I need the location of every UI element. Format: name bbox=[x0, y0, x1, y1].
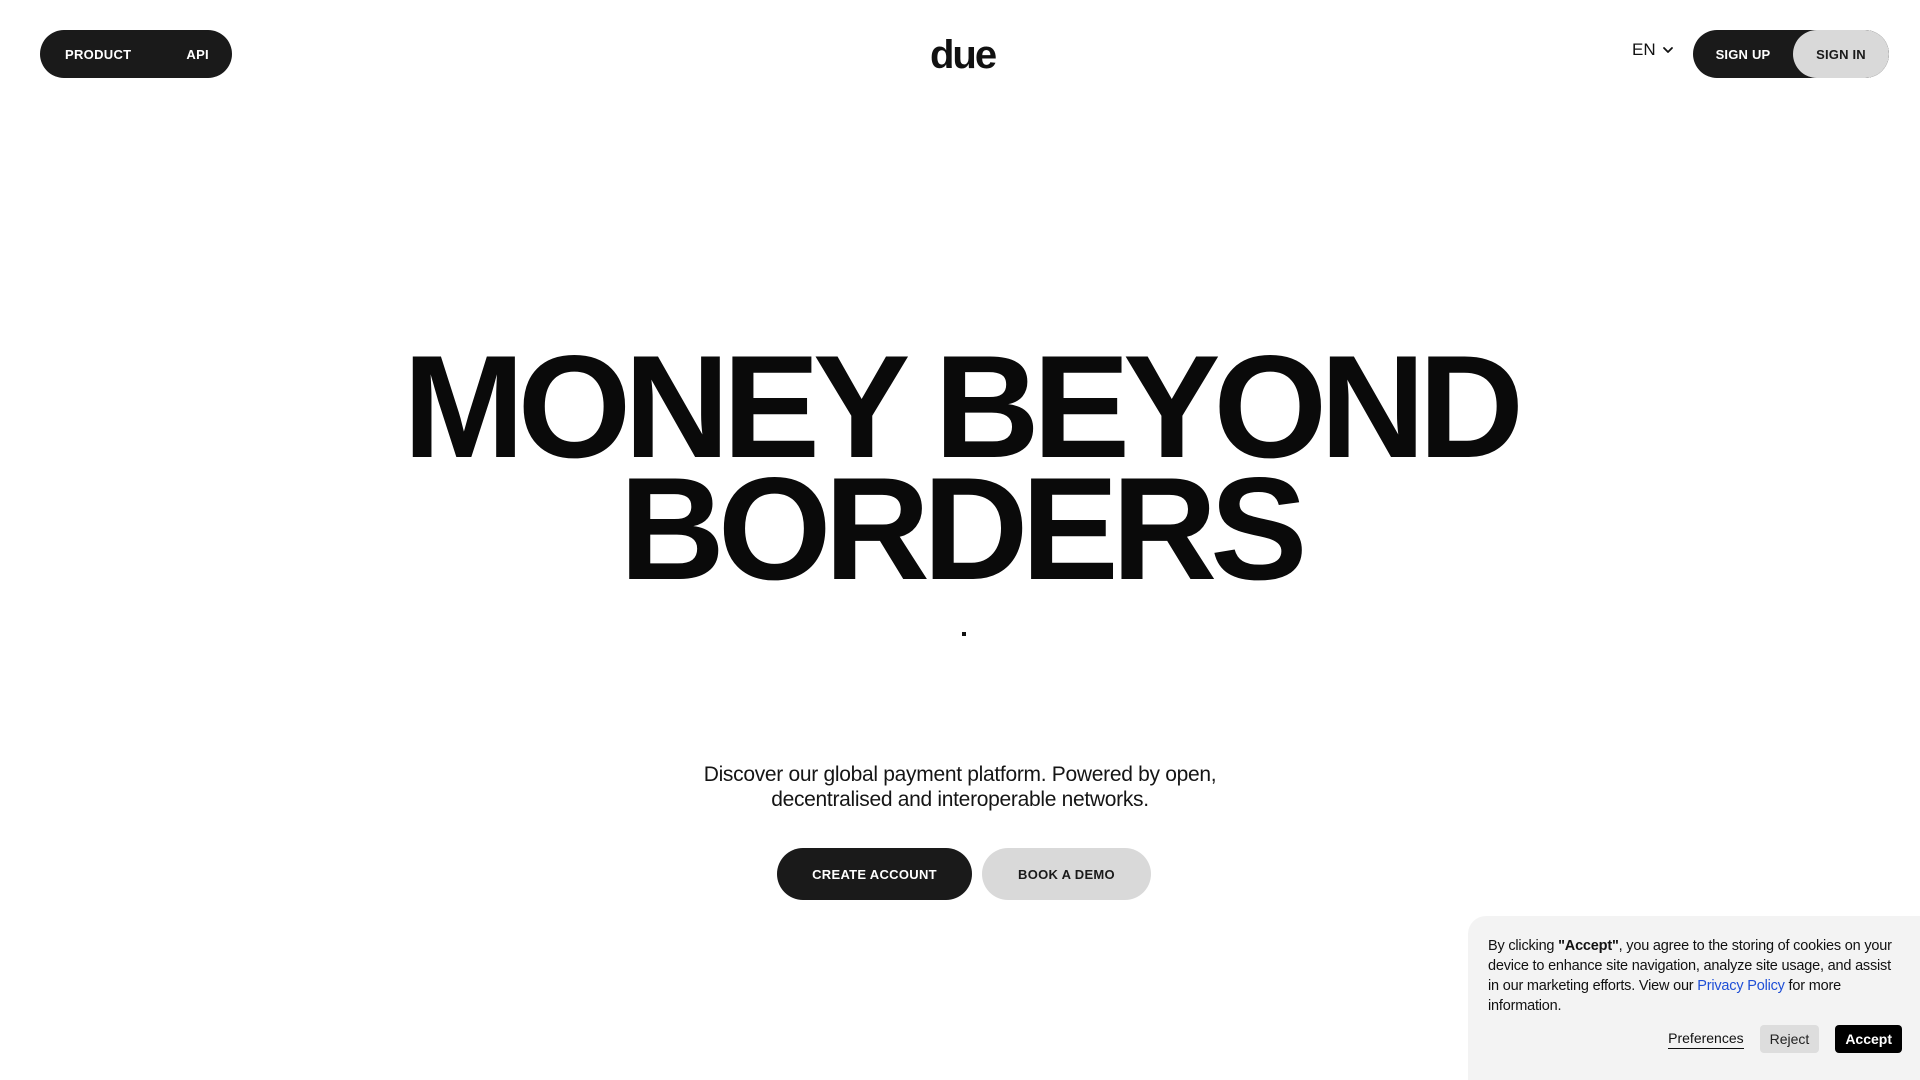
sign-in-button[interactable]: SIGN IN bbox=[1793, 30, 1889, 78]
chevron-down-icon bbox=[1662, 47, 1673, 53]
cookie-actions: Preferences Reject Accept bbox=[1668, 1025, 1902, 1053]
hero-subtitle: Discover our global payment platform. Po… bbox=[0, 762, 1920, 812]
cookie-banner: By clicking "Accept", you agree to the s… bbox=[1468, 916, 1920, 1080]
privacy-policy-link[interactable]: Privacy Policy bbox=[1697, 978, 1785, 994]
cookie-text-prefix: By clicking bbox=[1488, 938, 1559, 954]
page: PRODUCT API due EN SIGN UP SIGN IN MONEY… bbox=[0, 0, 1920, 1080]
cta-row: CREATE ACCOUNT BOOK A DEMO bbox=[777, 848, 1151, 900]
create-account-button[interactable]: CREATE ACCOUNT bbox=[777, 848, 972, 900]
cookie-message: By clicking "Accept", you agree to the s… bbox=[1488, 936, 1898, 1016]
hero-subtitle-line-1: Discover our global payment platform. Po… bbox=[703, 763, 1217, 786]
cookie-preferences-button[interactable]: Preferences bbox=[1668, 1030, 1744, 1049]
cookie-accept-button[interactable]: Accept bbox=[1835, 1025, 1902, 1053]
cookie-reject-button[interactable]: Reject bbox=[1759, 1025, 1820, 1053]
cookie-text-accept-quote: "Accept" bbox=[1558, 938, 1619, 954]
hero-dot-decoration bbox=[962, 632, 966, 636]
sign-up-button[interactable]: SIGN UP bbox=[1693, 30, 1793, 78]
nav-api-link[interactable]: API bbox=[186, 47, 209, 62]
book-demo-button[interactable]: BOOK A DEMO bbox=[982, 848, 1151, 900]
logo[interactable]: due bbox=[930, 30, 997, 80]
language-selector[interactable]: EN bbox=[1632, 40, 1674, 60]
hero-title-line-2: BORDERS bbox=[619, 447, 1307, 610]
nav-product-link[interactable]: PRODUCT bbox=[65, 47, 131, 62]
main-nav: PRODUCT API bbox=[40, 30, 232, 78]
hero-title: MONEY BEYOND BORDERS bbox=[0, 334, 1920, 602]
auth-button-group: SIGN UP SIGN IN bbox=[1693, 30, 1889, 78]
hero-subtitle-line-2: decentralised and interoperable networks… bbox=[771, 788, 1149, 811]
language-label: EN bbox=[1632, 40, 1656, 59]
